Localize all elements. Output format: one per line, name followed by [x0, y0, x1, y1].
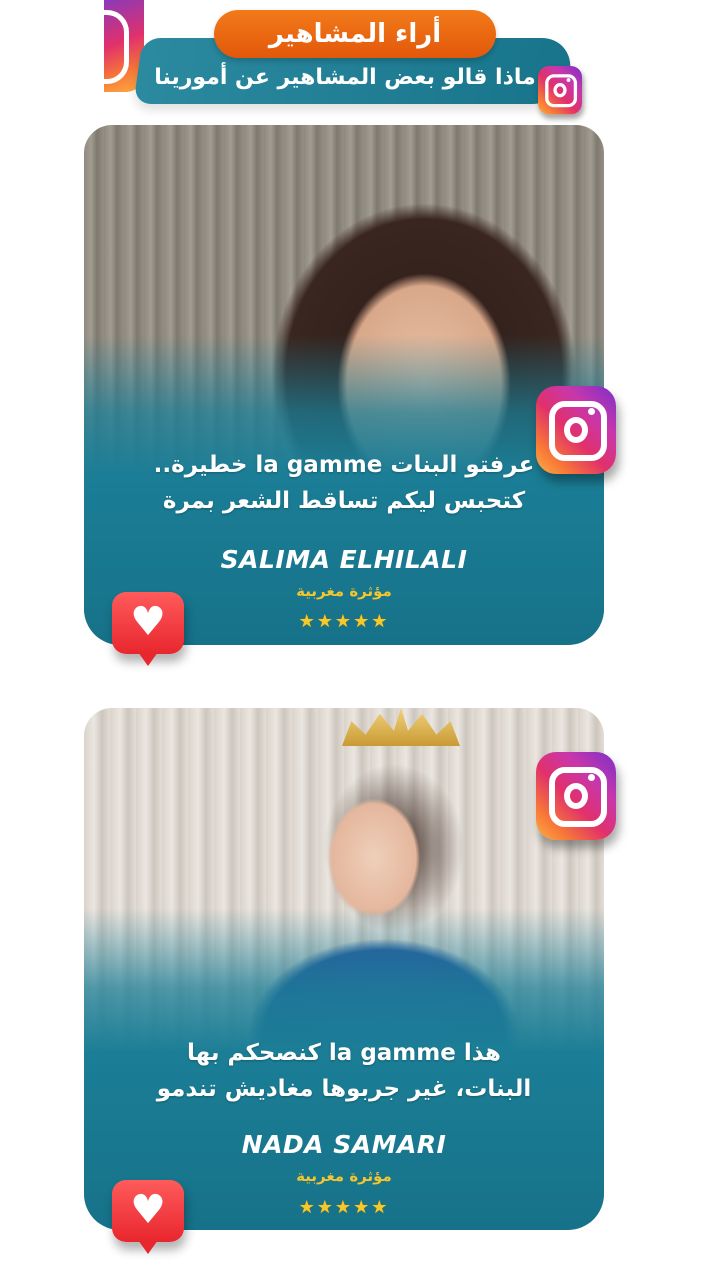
heart-icon: ♥ [130, 599, 166, 645]
quote-line: البنات، غير جربوها مغاديش تندمو [156, 1076, 532, 1102]
instagram-icon[interactable] [536, 752, 616, 840]
testimonial-quote: عرفتو البنات la gamme خطيرة.. كتحبس ليكم… [114, 447, 574, 519]
like-button[interactable]: ♥ [112, 1180, 184, 1254]
page-title: أراء المشاهير [214, 10, 496, 58]
testimonial-card: عرفتو البنات la gamme خطيرة.. كتحبس ليكم… [84, 125, 604, 645]
quote-line: عرفتو البنات la gamme خطيرة.. [153, 452, 535, 478]
heart-icon: ♥ [130, 1187, 166, 1233]
quote-line: كتحبس ليكم تساقط الشعر بمرة [162, 488, 526, 514]
instagram-icon[interactable] [536, 386, 616, 474]
testimonial-quote: هذا la gamme كنصحكم بها البنات، غير جربو… [114, 1035, 574, 1107]
testimonial-card: هذا la gamme كنصحكم بها البنات، غير جربو… [84, 708, 604, 1230]
like-button[interactable]: ♥ [112, 592, 184, 666]
page-subtitle: ماذا قالو بعض المشاهير عن أمورينا [154, 65, 536, 90]
celebrity-name: NADA SAMARI [241, 1130, 447, 1159]
instagram-icon[interactable] [538, 66, 582, 115]
quote-line: هذا la gamme كنصحكم بها [187, 1040, 501, 1066]
page-header: ماذا قالو بعض المشاهير عن أمورينا أراء ا… [0, 0, 720, 125]
celebrity-name: SALIMA ELHILALI [220, 545, 468, 574]
